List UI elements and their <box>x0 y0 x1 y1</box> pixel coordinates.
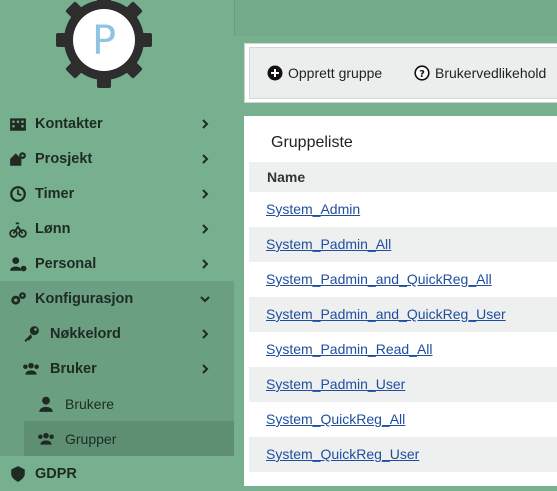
sidebar: P Kontakter Prosjekt Timer Lønn Personal… <box>0 0 234 482</box>
sidebar-item-konfigurasjon[interactable]: Konfigurasjon <box>0 281 234 316</box>
chevron-right-icon <box>202 188 209 199</box>
table-row: System_Padmin_and_QuickReg_User <box>249 297 557 332</box>
group-link[interactable]: System_Padmin_and_QuickReg_All <box>266 262 492 297</box>
key-icon <box>24 325 39 342</box>
create-group-button[interactable]: Opprett gruppe <box>267 48 382 98</box>
table-row: System_Padmin_User <box>249 367 557 402</box>
group-link[interactable]: System_Padmin_and_QuickReg_User <box>266 297 506 332</box>
group-link[interactable]: System_Padmin_Read_All <box>266 332 433 367</box>
sidebar-item-label: Nøkkelord <box>50 325 121 342</box>
sidebar-item-prosjekt[interactable]: Prosjekt <box>0 141 234 176</box>
table-row: System_Admin <box>249 192 557 227</box>
group-link[interactable]: System_QuickReg_All <box>266 402 405 437</box>
sidebar-item-label: Prosjekt <box>35 150 93 167</box>
chevron-right-icon <box>202 223 209 234</box>
sidebar-item-timer[interactable]: Timer <box>0 176 234 211</box>
toolbar: Opprett gruppe ? Brukervedlikehold <box>244 43 557 103</box>
table-row: System_QuickReg_All <box>249 402 557 437</box>
sidebar-item-label: Bruker <box>50 360 97 377</box>
panel-title: Gruppeliste <box>271 134 353 151</box>
sidebar-item-brukere[interactable]: Brukere <box>0 386 234 421</box>
sidebar-item-label: Brukere <box>65 395 115 412</box>
chevron-down-icon <box>200 295 210 302</box>
group-link[interactable]: System_Padmin_User <box>266 367 405 402</box>
sidebar-item-label: Konfigurasjon <box>35 290 134 307</box>
table-row: System_Padmin_Read_All <box>249 332 557 367</box>
sidebar-item-personal[interactable]: Personal <box>0 246 234 281</box>
salary-icon <box>9 221 27 238</box>
column-header-name[interactable]: Name <box>249 162 557 192</box>
group-link[interactable]: System_Padmin_All <box>266 227 391 262</box>
user-maintenance-button[interactable]: ? Brukervedlikehold <box>414 48 546 98</box>
building-icon <box>10 117 26 131</box>
sidebar-item-label: Lønn <box>35 220 71 237</box>
cogs-icon <box>11 291 26 305</box>
users-icon <box>23 362 39 375</box>
sidebar-item-label: Personal <box>35 255 97 272</box>
table-row: System_QuickReg_User <box>249 437 557 472</box>
sidebar-item-kontakter[interactable]: Kontakter <box>0 106 234 141</box>
sidebar-item-lonn[interactable]: Lønn <box>0 211 234 246</box>
sidebar-item-grupper[interactable]: Grupper <box>24 421 234 456</box>
users-cog-icon <box>10 256 27 271</box>
logo-letter: P <box>92 18 116 64</box>
table-row: System_Padmin_All <box>249 227 557 262</box>
top-bar <box>234 0 557 36</box>
group-link[interactable]: System_QuickReg_User <box>266 437 419 472</box>
project-icon <box>10 151 26 166</box>
toolbar-button-group: Opprett gruppe ? Brukervedlikehold <box>249 47 557 99</box>
create-group-label: Opprett gruppe <box>288 65 383 81</box>
sidebar-item-nokkelord[interactable]: Nøkkelord <box>0 316 234 351</box>
group-list-panel: Gruppeliste Name System_Admin System_Pad… <box>244 116 557 486</box>
sidebar-item-bruker[interactable]: Bruker <box>0 351 234 386</box>
chevron-right-icon <box>202 153 209 164</box>
chevron-right-icon <box>202 258 209 269</box>
app-logo[interactable]: P <box>54 0 154 90</box>
table-row: System_Padmin_and_QuickReg_All <box>249 262 557 297</box>
sidebar-item-label: Grupper <box>65 430 117 447</box>
sidebar-item-label: Timer <box>35 185 75 202</box>
question-circle-icon: ? <box>414 65 430 81</box>
svg-text:?: ? <box>419 69 425 80</box>
column-header-label: Name <box>267 169 306 185</box>
group-link[interactable]: System_Admin <box>266 192 360 227</box>
chevron-right-icon <box>202 328 209 339</box>
group-icon <box>38 432 54 445</box>
clock-icon <box>10 185 26 202</box>
user-icon <box>39 396 53 412</box>
user-maintenance-label: Brukervedlikehold <box>435 65 547 81</box>
sidebar-item-label: Kontakter <box>35 115 103 132</box>
chevron-right-icon <box>202 118 209 129</box>
plus-circle-icon <box>267 65 283 81</box>
chevron-right-icon <box>202 363 209 374</box>
